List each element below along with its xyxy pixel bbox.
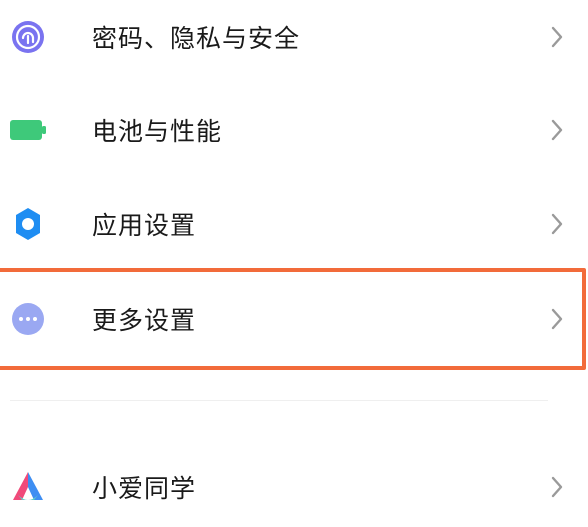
chevron-right-icon xyxy=(548,305,566,333)
settings-item-apps[interactable]: 应用设置 xyxy=(0,177,588,271)
settings-item-label: 电池与性能 xyxy=(92,117,223,146)
chevron-right-icon xyxy=(548,210,566,238)
settings-item-label: 更多设置 xyxy=(92,306,197,335)
settings-screen: 密码、隐私与安全 电池与性能 应用设置 更多设置 小爱同学 xyxy=(0,0,588,527)
settings-item-label: 小爱同学 xyxy=(92,474,197,503)
settings-item-xiaoai[interactable]: 小爱同学 xyxy=(0,440,588,527)
settings-item-label: 应用设置 xyxy=(92,211,197,240)
more-dots-icon xyxy=(9,300,47,338)
xiaoai-icon xyxy=(9,468,47,506)
battery-icon xyxy=(9,111,47,149)
chevron-right-icon xyxy=(548,116,566,144)
chevron-right-icon xyxy=(548,23,566,51)
settings-item-label: 密码、隐私与安全 xyxy=(92,24,301,53)
settings-item-security[interactable]: 密码、隐私与安全 xyxy=(0,0,588,84)
settings-item-more[interactable]: 更多设置 xyxy=(0,272,588,366)
fingerprint-icon xyxy=(9,18,47,56)
chevron-right-icon xyxy=(548,473,566,501)
gear-icon xyxy=(9,205,47,243)
settings-item-battery[interactable]: 电池与性能 xyxy=(0,83,588,177)
section-divider xyxy=(10,400,548,401)
